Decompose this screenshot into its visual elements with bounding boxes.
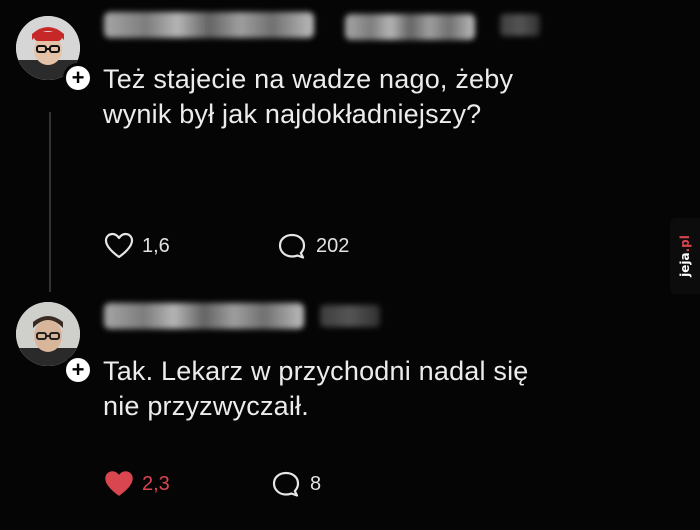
username-blurred[interactable] xyxy=(104,12,314,38)
watermark-brand: jeja xyxy=(678,252,693,277)
watermark-text: jeja.pl xyxy=(678,235,692,277)
like-button[interactable]: 1,6 xyxy=(104,232,170,260)
comment-icon xyxy=(272,471,300,497)
comment-button[interactable]: 8 xyxy=(272,470,321,498)
post-text-line-2: nie przyzwyczaił. xyxy=(103,391,309,421)
post-text: Tak. Lekarz w przychodni nadal się nie p… xyxy=(103,354,529,424)
heart-icon xyxy=(104,232,134,259)
jeja-watermark: jeja.pl xyxy=(670,218,700,294)
post-text-line-1: Tak. Lekarz w przychodni nadal się xyxy=(103,356,529,386)
timestamp-blurred xyxy=(320,305,380,327)
heart-filled-icon xyxy=(105,471,133,496)
timestamp-blurred xyxy=(500,14,540,36)
handle-blurred xyxy=(345,14,475,40)
post-text-line-2: wynik był jak najdokładniejszy? xyxy=(103,99,482,129)
like-count: 2,3 xyxy=(142,472,170,495)
post-text: Też stajecie na wadze nago, żeby wynik b… xyxy=(103,62,513,132)
like-count: 1,6 xyxy=(142,234,170,257)
post-text-line-1: Też stajecie na wadze nago, żeby xyxy=(103,64,514,94)
follow-plus-icon[interactable]: + xyxy=(63,355,93,385)
comment-count: 8 xyxy=(310,472,322,495)
comment-icon xyxy=(278,233,306,259)
comment-button[interactable]: 202 xyxy=(278,232,349,260)
plus-symbol: + xyxy=(71,65,85,90)
comment-count: 202 xyxy=(316,234,350,257)
like-button[interactable]: 2,3 xyxy=(104,470,170,498)
username-blurred[interactable] xyxy=(104,303,304,329)
plus-symbol: + xyxy=(71,357,85,382)
thread-line xyxy=(49,112,51,292)
watermark-suffix: .pl xyxy=(678,235,693,253)
follow-plus-icon[interactable]: + xyxy=(63,63,93,93)
